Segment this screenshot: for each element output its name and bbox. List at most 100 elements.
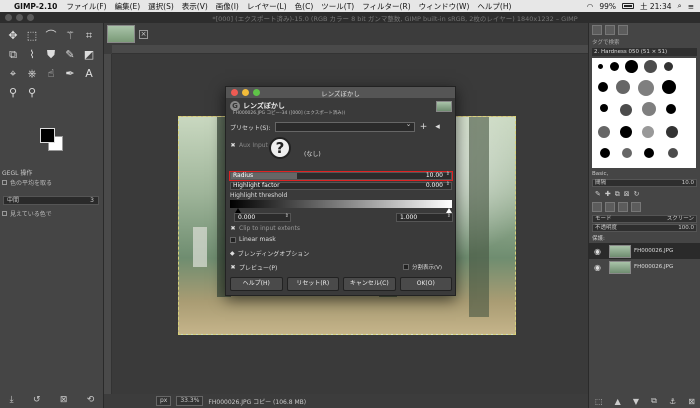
- rect-select-tool-icon[interactable]: ⬚: [23, 27, 41, 45]
- reset-button[interactable]: リセット(R): [286, 277, 339, 291]
- aux-input-value[interactable]: (なし): [304, 149, 321, 158]
- eye-icon[interactable]: ◉: [594, 263, 606, 272]
- spin-arrows-icon[interactable]: ⇕: [285, 213, 289, 220]
- highlight-factor-row[interactable]: Highlight factor 0.000 ⇕: [230, 181, 452, 190]
- paintbrush-tool-icon[interactable]: ✎: [61, 46, 79, 64]
- brush-preview[interactable]: [610, 62, 619, 71]
- dialog-close-button[interactable]: [231, 89, 238, 96]
- zoom-select[interactable]: 33.3%: [176, 396, 204, 406]
- clock[interactable]: 土 21:34: [640, 1, 672, 12]
- split-view-checkbox[interactable]: [403, 264, 409, 270]
- brush-set-label[interactable]: Basic,: [592, 171, 608, 177]
- layer-mode-select[interactable]: モード スクリーン: [592, 215, 697, 223]
- layer-row[interactable]: ◉ FH000026.JPG: [589, 243, 700, 259]
- undo-tab-icon[interactable]: [631, 202, 641, 212]
- duplicate-brush-icon[interactable]: ⧉: [615, 190, 620, 199]
- brush-preview[interactable]: [625, 60, 638, 73]
- foreground-color[interactable]: [40, 128, 55, 143]
- opacity-slider[interactable]: 不透明度 100.0: [592, 224, 697, 232]
- linear-mask-option[interactable]: Linear mask: [230, 236, 276, 243]
- edit-brush-icon[interactable]: ✎: [595, 190, 601, 198]
- anchor-layer-icon[interactable]: ⚓: [669, 397, 676, 406]
- duplicate-layer-icon[interactable]: ⧉: [651, 396, 657, 406]
- dialog-minimize-button[interactable]: [242, 89, 249, 96]
- brush-preview[interactable]: [668, 148, 678, 158]
- fonts-tab-icon[interactable]: [618, 25, 628, 35]
- delete-options-icon[interactable]: ⊠: [60, 395, 68, 405]
- blending-options-expander[interactable]: ◆ ブレンディングオプション: [230, 249, 309, 258]
- delete-brush-icon[interactable]: ⊠: [624, 190, 630, 198]
- checkbox[interactable]: [2, 180, 7, 185]
- move-tool-icon[interactable]: ✥: [4, 27, 22, 45]
- add-preset-icon[interactable]: +: [419, 122, 429, 132]
- eye-icon[interactable]: ◉: [594, 247, 606, 256]
- preview-checkbox[interactable]: ✖: [230, 264, 236, 271]
- delete-layer-icon[interactable]: ⊠: [688, 397, 695, 406]
- paths-tab-icon[interactable]: [618, 202, 628, 212]
- wifi-icon[interactable]: ◠: [587, 2, 594, 11]
- menu-filters[interactable]: フィルター(R): [362, 1, 410, 12]
- image-tab-thumbnail[interactable]: [107, 25, 135, 43]
- spin-arrows-icon[interactable]: ⇕: [446, 171, 450, 177]
- clip-checkbox[interactable]: ✖: [230, 225, 236, 232]
- minimize-window-button[interactable]: [16, 14, 23, 21]
- preset-menu-icon[interactable]: ◂: [433, 122, 443, 132]
- brush-preview[interactable]: [642, 102, 656, 116]
- menu-windows[interactable]: ウィンドウ(W): [419, 1, 470, 12]
- split-view-option[interactable]: 分割表示(V): [403, 263, 442, 271]
- refresh-brush-icon[interactable]: ↻: [634, 190, 640, 198]
- dialog-zoom-button[interactable]: [253, 89, 260, 96]
- threshold-min-input[interactable]: 0.000 ⇕: [234, 213, 291, 222]
- path-tool-icon[interactable]: ✒: [61, 65, 79, 83]
- crop-tool-icon[interactable]: ⌗: [80, 27, 98, 45]
- menu-layer[interactable]: レイヤー(L): [247, 1, 287, 12]
- text-tool-icon[interactable]: A: [80, 65, 98, 83]
- aux-checkbox[interactable]: ✖: [230, 142, 236, 149]
- warp-tool-icon[interactable]: ⌇: [23, 46, 41, 64]
- spin-arrows-icon[interactable]: ⇕: [447, 213, 451, 220]
- brush-preview[interactable]: [666, 126, 678, 138]
- threshold-gradient[interactable]: [230, 200, 452, 208]
- brush-preview[interactable]: [598, 82, 608, 92]
- restore-options-icon[interactable]: ↺: [33, 395, 41, 405]
- app-menu[interactable]: GIMP-2.10: [14, 2, 57, 11]
- smudge-tool-icon[interactable]: ☝: [42, 65, 60, 83]
- threshold-max-input[interactable]: 1.000 ⇕: [396, 213, 453, 222]
- brush-preview[interactable]: [638, 80, 654, 96]
- unit-select[interactable]: px: [156, 396, 172, 406]
- brush-preview[interactable]: [664, 62, 673, 71]
- spacing-slider[interactable]: 間隔 10.0: [592, 179, 697, 187]
- brush-preview[interactable]: [644, 148, 654, 158]
- new-layer-icon[interactable]: ⬚: [595, 397, 603, 406]
- menu-select[interactable]: 選択(S): [148, 1, 174, 12]
- spotlight-icon[interactable]: ⌕: [678, 1, 682, 11]
- brush-preview[interactable]: [644, 60, 657, 73]
- brush-preview[interactable]: [666, 104, 676, 114]
- brush-preview[interactable]: [662, 80, 676, 94]
- mode-select[interactable]: 中間 3: [3, 196, 99, 205]
- zoom-window-button[interactable]: [27, 14, 34, 21]
- lower-layer-icon[interactable]: ▼: [633, 397, 639, 406]
- radius-row[interactable]: Radius 10.00 ⇕: [229, 171, 453, 181]
- brush-preview[interactable]: [600, 148, 610, 158]
- brush-preview[interactable]: [600, 104, 608, 112]
- menu-image[interactable]: 画像(I): [216, 1, 239, 12]
- layer-row[interactable]: ◉ FH000026.JPG: [589, 259, 700, 275]
- brushes-tab-icon[interactable]: [592, 25, 602, 35]
- visible-colors-option[interactable]: 見えている色で: [2, 209, 52, 218]
- expander-icon[interactable]: ◆: [230, 250, 235, 257]
- checkbox[interactable]: [2, 211, 7, 216]
- zoom-tool-icon[interactable]: ⚲: [23, 84, 41, 102]
- menu-help[interactable]: ヘルプ(H): [477, 1, 511, 12]
- dialog-titlebar[interactable]: レンズぼかし: [226, 87, 455, 98]
- brush-preview[interactable]: [616, 80, 630, 94]
- fuzzy-select-tool-icon[interactable]: ⚚: [61, 27, 79, 45]
- color-swatches[interactable]: [40, 128, 64, 152]
- preview-option[interactable]: ✖ プレビュー(P): [230, 263, 277, 272]
- layers-tab-icon[interactable]: [592, 202, 602, 212]
- brush-preview[interactable]: [620, 126, 632, 138]
- clip-extents-option[interactable]: ✖ Clip to input extents: [230, 225, 300, 232]
- menu-file[interactable]: ファイル(F): [66, 1, 106, 12]
- notification-icon[interactable]: ≡: [688, 2, 694, 11]
- brush-tag-filter[interactable]: タグで検索: [589, 37, 700, 47]
